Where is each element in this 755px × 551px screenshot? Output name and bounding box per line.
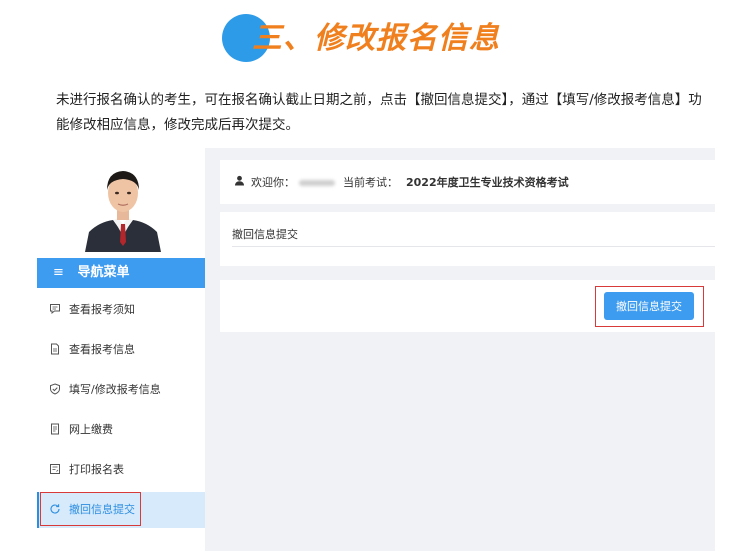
sidebar-item-edit-info[interactable]: 填写/修改报考信息 bbox=[37, 372, 208, 408]
nav-menu-title: 导航菜单 bbox=[77, 265, 130, 280]
sidebar-item-label: 查看报考信息 bbox=[69, 343, 135, 356]
sidebar-item-label: 打印报名表 bbox=[69, 463, 124, 476]
sidebar-item-label: 网上缴费 bbox=[69, 423, 113, 436]
welcome-label: 欢迎你： bbox=[251, 176, 295, 189]
user-icon bbox=[234, 160, 245, 204]
sidebar-item-exam-notice[interactable]: 查看报考须知 bbox=[37, 292, 208, 328]
hero-title: 三、修改报名信息 bbox=[252, 21, 500, 56]
current-exam-label: 当前考试： bbox=[343, 176, 398, 189]
section-divider bbox=[232, 246, 715, 247]
intro-paragraph: 未进行报名确认的考生，可在报名确认截止日期之前，点击【撤回信息提交】，通过【填写… bbox=[56, 92, 702, 133]
nav-menu-header: ≡ 导航菜单 bbox=[37, 258, 208, 288]
avatar-photo bbox=[85, 160, 161, 252]
redacted-username bbox=[299, 180, 335, 186]
shield-check-icon bbox=[49, 383, 61, 395]
highlight-box-sidebar bbox=[40, 492, 141, 526]
hero-banner: 三、修改报名信息 bbox=[0, 0, 755, 80]
document-icon bbox=[49, 343, 61, 355]
welcome-bar: 欢迎你： 当前考试： 2022年度卫生专业技术资格考试 bbox=[220, 160, 715, 204]
sidebar-item-online-payment[interactable]: 网上缴费 bbox=[37, 412, 208, 448]
sidebar-item-label: 查看报考须知 bbox=[69, 303, 135, 316]
sidebar-item-print-form[interactable]: 打印报名表 bbox=[37, 452, 208, 488]
withdraw-section: 撤回信息提交 bbox=[220, 212, 715, 266]
sidebar: ≡ 导航菜单 查看报考须知 查看报考信息 填写/修改报考信息 网上缴费 打印报名… bbox=[37, 148, 208, 551]
main-panel: 欢迎你： 当前考试： 2022年度卫生专业技术资格考试 撤回信息提交 撤回信息提交 bbox=[205, 148, 715, 551]
receipt-icon bbox=[49, 423, 61, 435]
sidebar-item-label: 填写/修改报考信息 bbox=[69, 383, 161, 396]
chat-icon bbox=[49, 303, 61, 315]
highlight-box-button bbox=[595, 286, 704, 327]
sidebar-item-view-info[interactable]: 查看报考信息 bbox=[37, 332, 208, 368]
section-title: 撤回信息提交 bbox=[232, 228, 298, 241]
current-exam-name: 2022年度卫生专业技术资格考试 bbox=[406, 176, 569, 189]
print-form-icon bbox=[49, 463, 61, 475]
avatar bbox=[85, 160, 161, 252]
menu-icon: ≡ bbox=[53, 265, 64, 280]
